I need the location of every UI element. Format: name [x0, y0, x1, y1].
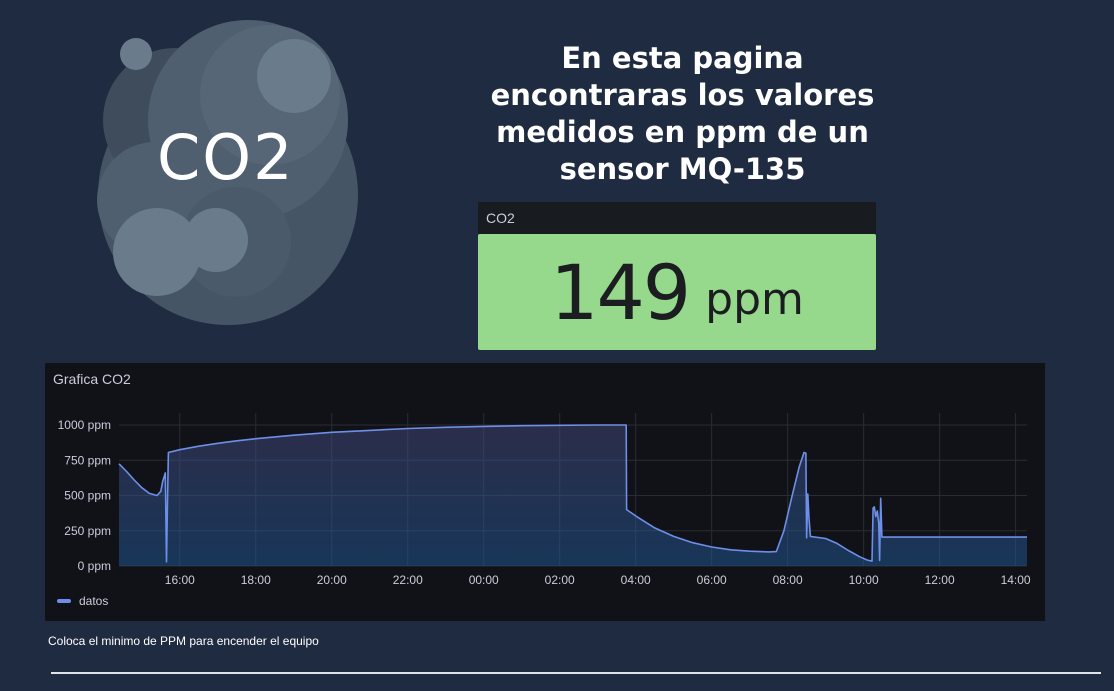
y-tick-label: 1000 ppm: [58, 418, 111, 432]
x-tick-label: 20:00: [317, 573, 347, 587]
chart-legend[interactable]: datos: [57, 594, 108, 608]
co2-chart[interactable]: 0 ppm 250 ppm 500 ppm 750 ppm 1000 ppm 16:00 1…: [45, 363, 1045, 621]
co2-chart-panel[interactable]: 0 ppm 250 ppm 500 ppm 750 ppm 1000 ppm 16:00 1…: [45, 363, 1045, 621]
x-tick-label: 02:00: [545, 573, 575, 587]
stat-value: 149: [550, 247, 691, 337]
x-tick-label: 16:00: [165, 573, 195, 587]
y-tick-label: 750 ppm: [64, 453, 111, 467]
x-tick-label: 18:00: [241, 573, 271, 587]
x-tick-label: 04:00: [621, 573, 651, 587]
y-tick-label: 0 ppm: [78, 559, 111, 573]
stat-panel-title[interactable]: CO2: [478, 202, 876, 234]
x-tick-label: 14:00: [1001, 573, 1031, 587]
y-tick-label: 500 ppm: [64, 489, 111, 503]
legend-label[interactable]: datos: [79, 594, 108, 608]
y-tick-label: 250 ppm: [64, 524, 111, 538]
co2-stat-panel[interactable]: CO2 149 ppm: [478, 202, 876, 350]
stat-unit: ppm: [705, 273, 804, 325]
x-tick-label: 00:00: [469, 573, 499, 587]
x-tick-label: 12:00: [925, 573, 955, 587]
x-tick-label: 06:00: [697, 573, 727, 587]
logo-text: CO2: [157, 121, 295, 194]
x-tick-label: 22:00: [393, 573, 423, 587]
co2-logo: CO2: [0, 0, 420, 330]
stat-panel-body: 149 ppm: [478, 234, 876, 350]
footer-text: Coloca el minimo de PPM para encender el…: [48, 634, 319, 648]
footer-divider: [51, 672, 1101, 674]
legend-swatch: [57, 599, 71, 603]
chart-panel-title[interactable]: Grafica CO2: [53, 371, 131, 387]
x-tick-label: 10:00: [849, 573, 879, 587]
page-headline: En esta pagina encontraras los valores m…: [490, 41, 875, 186]
x-tick-label: 08:00: [773, 573, 803, 587]
